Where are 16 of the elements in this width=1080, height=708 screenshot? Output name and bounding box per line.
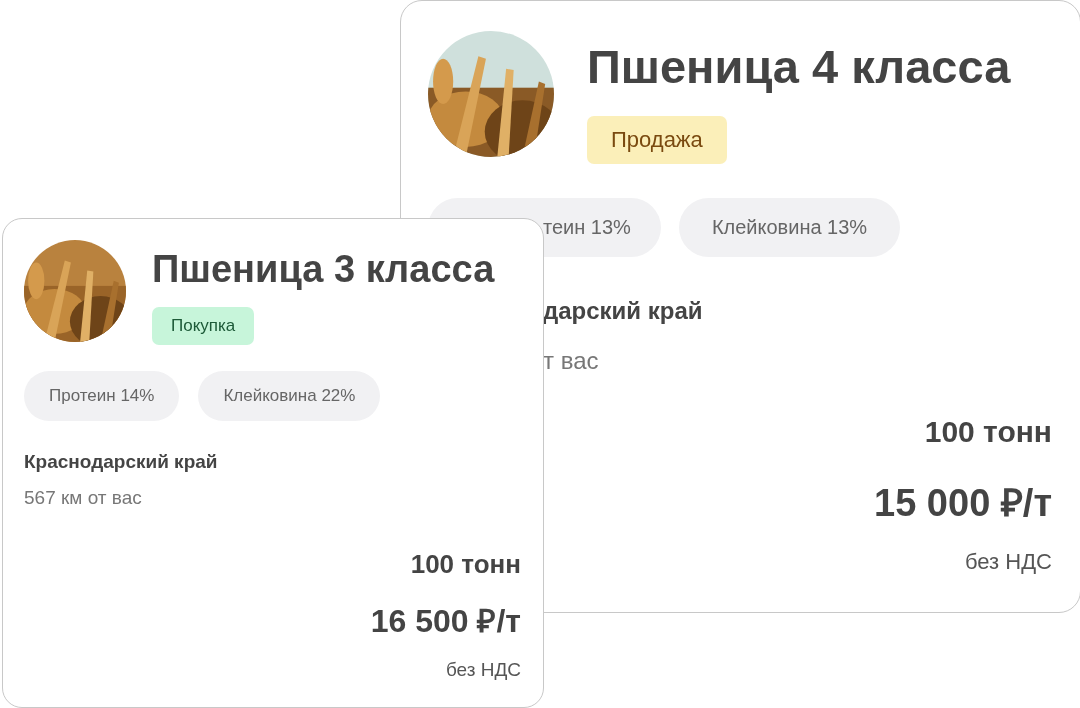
deal-badge: Покупка bbox=[152, 307, 255, 345]
distance-text: т вас bbox=[543, 347, 600, 375]
price-text: 16 500 ₽/т bbox=[370, 602, 521, 641]
parameter-chip: Клейковина 22% bbox=[198, 371, 381, 421]
tax-note: без НДС bbox=[965, 549, 1052, 575]
region-text: дарский край bbox=[543, 297, 704, 325]
region-text: Краснодарский край bbox=[24, 451, 219, 473]
amount-text: 100 тонн bbox=[410, 549, 521, 580]
tax-note: без НДС bbox=[445, 659, 521, 681]
distance-text: 567 км от вас bbox=[24, 487, 143, 509]
parameter-chip: Протеин 14% bbox=[24, 371, 180, 421]
amount-text: 100 тонн bbox=[924, 415, 1052, 449]
price-text: 15 000 ₽/т bbox=[874, 481, 1052, 526]
parameter-chip: Клейковина 13% bbox=[678, 198, 901, 257]
deal-badge: Продажа bbox=[587, 116, 727, 164]
product-title: Пшеница 4 класса bbox=[587, 39, 1011, 94]
